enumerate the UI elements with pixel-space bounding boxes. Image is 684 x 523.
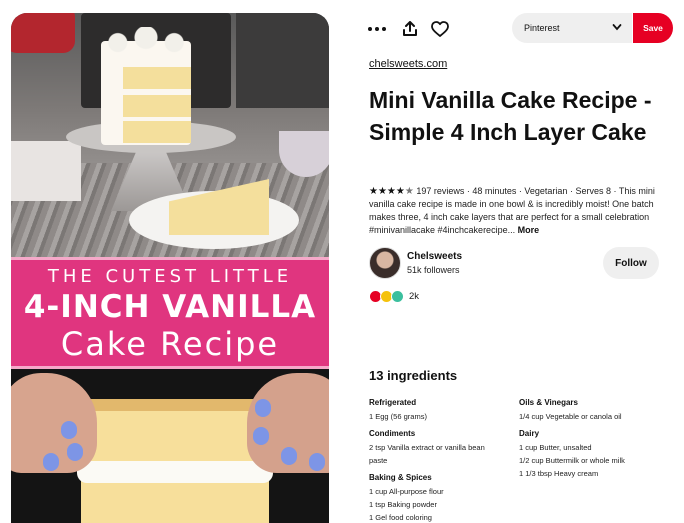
ingredient-item: 1 cup Butter, unsalted [519, 443, 592, 452]
ingredient-group-title: Condiments [369, 429, 416, 438]
ingredient-group: Condiments 2 tsp Vanilla extract or vani… [369, 427, 519, 467]
stove-top-shape [236, 13, 329, 108]
ingredient-group-title: Dairy [519, 429, 540, 438]
review-count[interactable]: 197 reviews [416, 186, 464, 196]
cake-photo-bottom [11, 369, 329, 523]
ingredient-item: 1 cup All-purpose flour [369, 487, 444, 496]
ingredient-item: 1/4 cup Vegetable or canola oil [519, 412, 622, 421]
chevron-down-icon [612, 22, 622, 34]
ingredients-column-right: Oils & Vinegars 1/4 cup Vegetable or can… [519, 396, 669, 484]
banner-line-1: THE CUTEST LITTLE [47, 266, 293, 287]
right-hand-shape [247, 373, 329, 473]
ingredient-group-title: Baking & Spices [369, 473, 432, 482]
rating-stars-icon: ★★★★★ [369, 186, 414, 197]
pin-title: Mini Vanilla Cake Recipe - Simple 4 Inch… [369, 87, 652, 145]
ingredient-group: Dairy 1 cup Butter, unsalted 1/2 cup But… [519, 427, 669, 480]
cake-box-shape [11, 141, 81, 201]
heart-icon[interactable] [429, 18, 451, 40]
description-more-link[interactable]: More [518, 225, 540, 235]
share-icon[interactable] [399, 18, 421, 40]
pin-image-banner: THE CUTEST LITTLE 4-INCH VANILLA Cake Re… [11, 257, 329, 369]
left-hand-shape [11, 373, 97, 473]
banner-line-2: 4-INCH VANILLA [23, 289, 317, 325]
more-options-icon[interactable] [366, 18, 388, 40]
reaction-count: 2k [409, 290, 420, 302]
ingredient-item: 1/2 cup Buttermilk or whole milk [519, 456, 625, 465]
ingredient-group-title: Refrigerated [369, 398, 417, 407]
frosting-swirls [99, 27, 193, 53]
ingredient-item: 1 Gel food coloring [369, 513, 432, 522]
recipe-meta: ★★★★★ 197 reviews · 48 minutes · Vegetar… [369, 186, 655, 235]
pin-image[interactable]: THE CUTEST LITTLE 4-INCH VANILLA Cake Re… [11, 13, 329, 523]
ingredient-item: 1 Egg (56 grams) [369, 412, 427, 421]
follow-button[interactable]: Follow [603, 247, 659, 279]
ingredient-item: 1 1/3 tbsp Heavy cream [519, 469, 599, 478]
creator-name[interactable]: Chelsweets [407, 251, 462, 262]
ingredient-group: Oils & Vinegars 1/4 cup Vegetable or can… [519, 396, 669, 423]
reactions[interactable]: 2k [369, 289, 419, 303]
creator-followers: 51k followers [407, 265, 460, 275]
ingredient-item: 1 tsp Baking powder [369, 500, 437, 509]
avatar[interactable] [369, 247, 401, 279]
ingredients-column-left: Refrigerated 1 Egg (56 grams) Condiments… [369, 396, 519, 523]
recipe-diet: Vegetarian [524, 186, 568, 196]
save-button[interactable]: Save [633, 13, 673, 43]
board-select-value: Pinterest [524, 23, 560, 33]
board-select[interactable]: Pinterest [512, 13, 632, 43]
ingredient-item: 2 tsp Vanilla extract or vanilla bean pa… [369, 443, 485, 465]
cake-photo-top [11, 13, 329, 257]
ingredient-group: Refrigerated 1 Egg (56 grams) [369, 396, 519, 423]
recipe-serves: Serves 8 [575, 186, 611, 196]
mixer-shape [11, 13, 75, 53]
wow-reaction-icon [391, 289, 404, 303]
creator-row: Chelsweets 51k followers Follow [369, 247, 669, 283]
banner-line-3: Cake Recipe [60, 325, 280, 363]
ingredients-title: 13 ingredients [369, 368, 458, 383]
ingredient-group-title: Oils & Vinegars [519, 398, 578, 407]
cream-filling-shape [77, 461, 273, 483]
cake-crust-shape [81, 399, 269, 411]
ingredient-group: Baking & Spices 1 cup All-purpose flour … [369, 471, 519, 523]
source-link[interactable]: chelsweets.com [369, 58, 447, 70]
layer-cake-shape [101, 41, 191, 145]
recipe-duration: 48 minutes [472, 186, 517, 196]
